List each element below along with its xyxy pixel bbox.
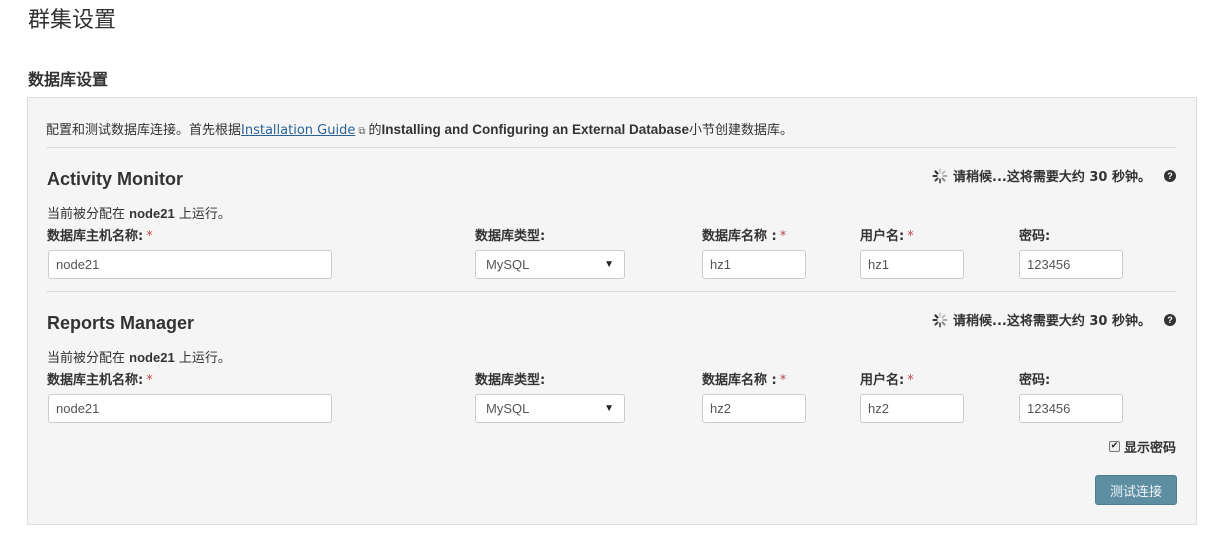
required-mark: * [146, 373, 153, 388]
test-connection-button[interactable]: 测试连接 [1095, 475, 1177, 505]
host-input[interactable] [48, 394, 332, 423]
page-title: 群集设置 [28, 8, 117, 33]
divider [46, 291, 1177, 292]
required-mark: * [779, 373, 787, 388]
db-name-label-text: 数据库名称 : [702, 229, 777, 244]
type-label: 数据库类型: [475, 229, 546, 244]
host-input[interactable] [48, 250, 332, 279]
intro-prefix: 配置和测试数据库连接。首先根据 [46, 123, 242, 138]
password-input[interactable] [1019, 250, 1123, 279]
spinner-icon [932, 168, 948, 183]
intro-text: 配置和测试数据库连接。首先根据Installation Guide ⧉ 的Insta… [46, 119, 793, 138]
divider [46, 147, 1177, 148]
required-mark: * [146, 229, 153, 244]
wait-status: 请稍候...这将需要大约 30 秒钟。 ? [932, 166, 1176, 185]
show-password-label: 显示密码 [1123, 441, 1176, 456]
intro-middle: 的 [368, 123, 382, 138]
password-label: 密码: [1019, 229, 1051, 244]
wait-text: 请稍候...这将需要大约 30 秒钟。 [953, 170, 1151, 185]
assigned-host-text: 当前被分配在 node21 上运行。 [47, 203, 231, 222]
host-label: 数据库主机名称: * [47, 369, 153, 388]
spinner-icon [932, 312, 948, 327]
user-input[interactable] [860, 394, 964, 423]
db-type-select[interactable]: MySQL ▼ [475, 250, 625, 279]
db-name-input[interactable] [702, 250, 806, 279]
service-title: Reports Manager [47, 313, 195, 333]
user-label-text: 用户名: [860, 373, 905, 388]
assigned-host: node21 [129, 206, 175, 221]
assigned-prefix: 当前被分配在 [47, 351, 126, 366]
intro-suffix: 小节创建数据库。 [689, 123, 794, 138]
show-password-toggle[interactable]: ✔ 显示密码 [1108, 437, 1176, 456]
host-label-text: 数据库主机名称: [47, 373, 144, 388]
required-mark: * [907, 373, 914, 388]
caret-down-icon: ▼ [604, 403, 614, 414]
user-label: 用户名: * [860, 369, 914, 388]
password-input[interactable] [1019, 394, 1123, 423]
assigned-host: node21 [129, 350, 175, 365]
wait-status: 请稍候...这将需要大约 30 秒钟。 ? [932, 310, 1176, 329]
checkbox-icon[interactable]: ✔ [1108, 441, 1120, 452]
installation-guide-link[interactable]: Installation Guide [241, 123, 355, 138]
db-name-label: 数据库名称 : * [702, 369, 786, 388]
type-label: 数据库类型: [475, 373, 546, 388]
service-title: Activity Monitor [47, 169, 184, 189]
host-label-text: 数据库主机名称: [47, 229, 144, 244]
section-title: 数据库设置 [28, 70, 109, 89]
wait-text: 请稍候...这将需要大约 30 秒钟。 [953, 314, 1151, 329]
db-name-input[interactable] [702, 394, 806, 423]
db-type-select[interactable]: MySQL ▼ [475, 394, 625, 423]
required-mark: * [779, 229, 787, 244]
assigned-prefix: 当前被分配在 [47, 207, 126, 222]
db-name-label: 数据库名称 : * [702, 225, 786, 244]
user-label-text: 用户名: [860, 229, 905, 244]
intro-bold-section: Installing and Configuring an External D… [381, 122, 690, 137]
db-type-value: MySQL [486, 401, 530, 416]
password-label: 密码: [1019, 373, 1051, 388]
db-type-value: MySQL [486, 257, 530, 272]
question-circle-icon[interactable]: ? [1164, 169, 1176, 182]
host-label: 数据库主机名称: * [47, 225, 153, 244]
user-input[interactable] [860, 250, 964, 279]
assigned-host-text: 当前被分配在 node21 上运行。 [47, 347, 231, 366]
question-circle-icon[interactable]: ? [1164, 313, 1176, 326]
external-link-icon: ⧉ [358, 126, 366, 137]
caret-down-icon: ▼ [604, 259, 614, 270]
db-name-label-text: 数据库名称 : [702, 373, 777, 388]
database-settings-panel: 配置和测试数据库连接。首先根据Installation Guide ⧉ 的Insta… [27, 97, 1197, 525]
required-mark: * [907, 229, 914, 244]
assigned-suffix: 上运行。 [178, 351, 231, 366]
user-label: 用户名: * [860, 225, 914, 244]
assigned-suffix: 上运行。 [178, 207, 231, 222]
